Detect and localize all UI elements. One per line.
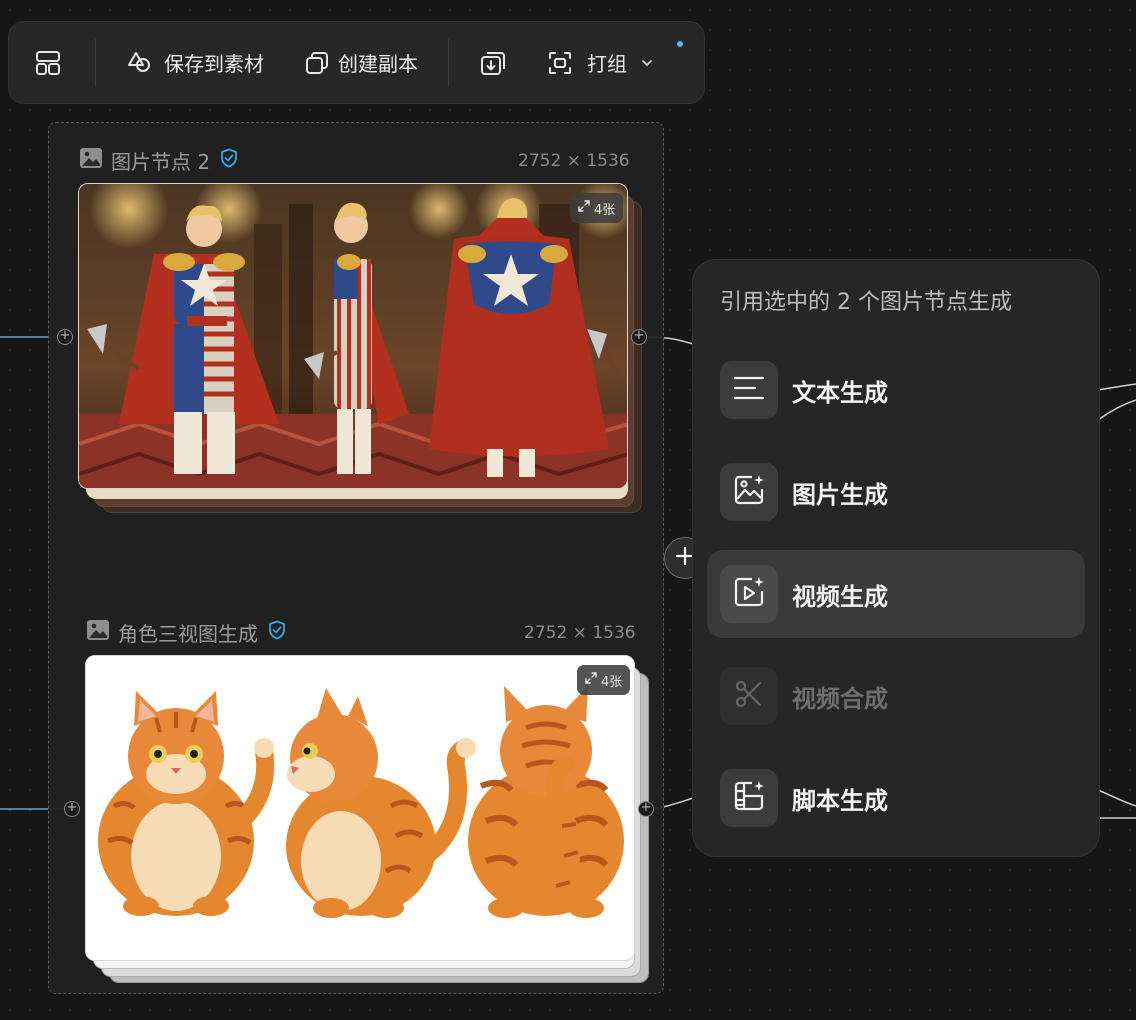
menu-item-video-generation[interactable]: 视频生成	[707, 550, 1085, 638]
node-header: 图片节点 2	[79, 146, 238, 174]
create-copy-label: 创建副本	[338, 52, 418, 76]
input-port[interactable]: +	[64, 801, 80, 817]
copy-icon	[304, 50, 330, 76]
menu-item-label: 图片生成	[792, 480, 888, 509]
image-count: 4张	[594, 202, 616, 218]
image-count-badge[interactable]: 4张	[570, 193, 624, 223]
verified-shield-icon	[268, 620, 286, 645]
menu-item-label: 视频合成	[792, 684, 888, 713]
output-port[interactable]: +	[638, 801, 654, 817]
group-frame-icon	[547, 50, 573, 76]
expand-icon	[585, 672, 597, 688]
text-lines-icon	[732, 373, 766, 407]
export-button[interactable]	[479, 38, 507, 88]
image-count: 4张	[601, 674, 623, 690]
image-count-badge[interactable]: 4张	[577, 665, 631, 695]
shapes-icon	[126, 50, 152, 76]
menu-item-image-generation[interactable]: 图片生成	[707, 448, 1085, 536]
menu-icon-box	[720, 361, 778, 419]
toolbar-divider	[95, 38, 96, 87]
layout-button[interactable]	[35, 38, 65, 88]
image-icon	[79, 146, 103, 175]
notification-dot	[677, 41, 683, 47]
node-toolbar: 保存到素材 创建副本 打组	[8, 21, 705, 104]
image-stack[interactable]: 4张	[78, 183, 648, 518]
scissors-icon	[733, 678, 765, 714]
image-sparkle-icon	[732, 473, 766, 511]
menu-icon-box	[720, 667, 778, 725]
expand-icon	[578, 200, 590, 216]
menu-icon-box	[720, 463, 778, 521]
menu-item-label: 文本生成	[792, 378, 888, 407]
input-port[interactable]: +	[57, 329, 73, 345]
group-button[interactable]: 打组	[547, 38, 653, 88]
menu-item-video-compose: 视频合成	[707, 652, 1085, 740]
node-image[interactable]	[78, 183, 628, 489]
video-sparkle-icon	[732, 575, 766, 613]
panel-title: 引用选中的 2 个图片节点生成	[720, 290, 1012, 315]
node-dimensions: 2752 × 1536	[518, 151, 630, 171]
menu-item-script-generation[interactable]: 脚本生成	[707, 754, 1085, 842]
node-header: 角色三视图生成	[86, 618, 286, 646]
layout-icon	[35, 50, 61, 76]
save-to-assets-button[interactable]: 保存到素材	[126, 38, 264, 88]
save-to-assets-label: 保存到素材	[164, 52, 264, 76]
node-title: 角色三视图生成	[118, 621, 258, 646]
menu-icon-box	[720, 565, 778, 623]
output-port[interactable]: +	[631, 329, 647, 345]
create-copy-button[interactable]: 创建副本	[304, 38, 418, 88]
node-title: 图片节点 2	[111, 149, 211, 174]
toolbar-divider	[448, 38, 449, 87]
group-label: 打组	[587, 52, 627, 76]
menu-item-label: 视频生成	[792, 582, 888, 611]
image-icon	[86, 618, 110, 647]
download-icon	[479, 49, 507, 77]
menu-item-text-generation[interactable]: 文本生成	[707, 346, 1085, 434]
chevron-down-icon	[641, 57, 653, 69]
node-image[interactable]	[85, 655, 635, 961]
image-stack[interactable]: 4张	[85, 655, 655, 990]
generate-menu-panel: 引用选中的 2 个图片节点生成 文本生成 图片生成 视频生成 视频合成 脚本生成	[692, 259, 1100, 857]
verified-shield-icon	[220, 148, 238, 173]
node-dimensions: 2752 × 1536	[524, 623, 636, 643]
menu-icon-box	[720, 769, 778, 827]
storyboard-sparkle-icon	[732, 779, 766, 817]
menu-item-label: 脚本生成	[792, 786, 888, 815]
